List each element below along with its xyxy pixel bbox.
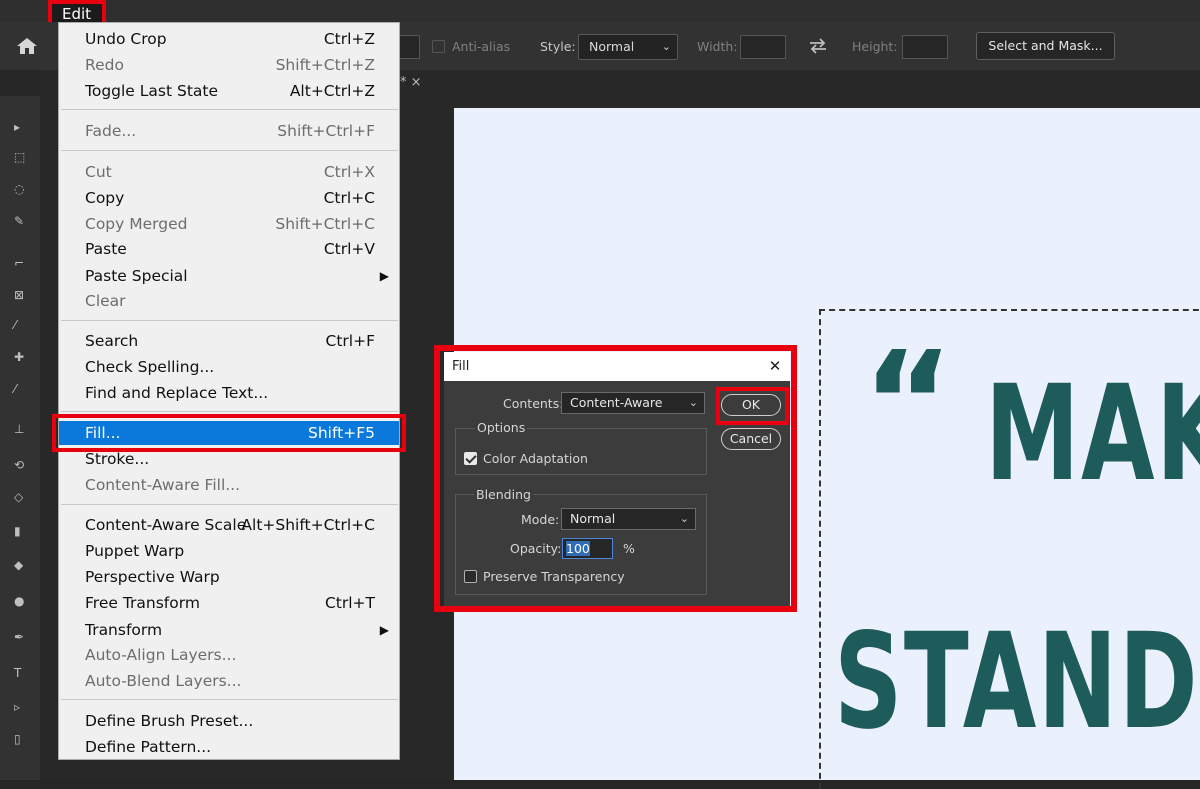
menu-item-fade[interactable]: Fade... Shift+Ctrl+F [59,119,399,143]
menu-item-search[interactable]: Search Ctrl+F [59,329,399,353]
menu-item-puppet-warp[interactable]: Puppet Warp [59,539,399,563]
feather-input[interactable] [398,35,420,59]
menu-item-free-transform[interactable]: Free Transform Ctrl+T [59,591,399,615]
path-select-tool-icon[interactable]: ▹ [14,700,28,714]
history-brush-tool-icon[interactable]: ⟲ [14,458,28,472]
marquee-tool-icon[interactable]: ⬚ [14,150,28,164]
menu-item-define-pattern[interactable]: Define Pattern... [59,735,399,759]
menu-separator [61,150,398,151]
anti-alias-checkbox[interactable] [432,40,445,53]
menu-item-copy-merged[interactable]: Copy Merged Shift+Ctrl+C [59,212,399,236]
lasso-tool-icon[interactable]: ◌ [14,182,28,196]
dodge-tool-icon[interactable]: ● [14,594,28,608]
move-tool-icon[interactable]: ▸ [14,120,28,134]
select-and-mask-button[interactable]: Select and Mask... [976,32,1115,60]
menu-separator [61,320,398,321]
menu-item-redo[interactable]: Redo Shift+Ctrl+Z [59,53,399,77]
canvas-text-line2: STAND [834,605,1200,759]
clone-tool-icon[interactable]: ⊥ [14,422,28,436]
menu-separator [61,504,398,505]
crop-tool-icon[interactable]: ⌐ [14,256,28,270]
chevron-down-icon: ⌄ [661,40,671,53]
menu-bar [0,0,1200,22]
canvas-text-line1: MAK [985,357,1200,511]
home-icon[interactable] [16,37,38,55]
fill-dialog-annotation [434,345,797,612]
pen-tool-icon[interactable]: ✒ [14,630,28,644]
width-input[interactable] [740,35,786,59]
menu-item-define-brush-preset[interactable]: Define Brush Preset... [59,709,399,733]
healing-tool-icon[interactable]: ✚ [14,350,28,364]
eyedropper-tool-icon[interactable]: ⁄ [14,318,28,332]
gradient-tool-icon[interactable]: ▮ [14,524,28,538]
height-input[interactable] [902,35,948,59]
menu-item-toggle-last-state[interactable]: Toggle Last State Alt+Ctrl+Z [59,79,399,103]
menu-separator [61,411,398,412]
menu-item-paste-special[interactable]: Paste Special ▶ [59,264,399,288]
fill-menu-item-annotation [52,414,406,452]
document-tab[interactable]: * × [400,70,422,96]
type-tool-icon[interactable]: T [14,666,28,680]
submenu-arrow-icon: ▶ [379,269,389,283]
menu-item-content-aware-scale[interactable]: Content-Aware Scale Alt+Shift+Ctrl+C [59,513,399,537]
ok-button-annotation [716,387,789,425]
brush-tool-icon[interactable]: ⁄ [14,382,28,396]
menu-item-auto-blend-layers[interactable]: Auto-Blend Layers... [59,669,399,693]
menu-item-check-spelling[interactable]: Check Spelling... [59,355,399,379]
menu-item-auto-align-layers[interactable]: Auto-Align Layers... [59,643,399,667]
menu-separator [61,699,398,700]
edit-menu-title-label: Edit [62,5,92,23]
edit-menu-dropdown: Undo Crop Ctrl+Z Redo Shift+Ctrl+Z Toggle … [58,22,400,760]
style-label: Style: [540,39,576,54]
height-label: Height: [852,39,898,54]
menu-item-find-replace-text[interactable]: Find and Replace Text... [59,381,399,405]
menu-item-undo-crop[interactable]: Undo Crop Ctrl+Z [59,27,399,51]
blur-tool-icon[interactable]: ◆ [14,558,28,572]
swap-icon[interactable] [808,37,828,55]
menu-separator [61,109,398,110]
width-label: Width: [697,39,738,54]
menu-item-copy[interactable]: Copy Ctrl+C [59,186,399,210]
menu-item-perspective-warp[interactable]: Perspective Warp [59,565,399,589]
style-select[interactable]: Normal ⌄ [578,34,678,60]
style-select-value: Normal [589,39,635,54]
canvas-quote-mark: “ [862,322,955,485]
eraser-tool-icon[interactable]: ◇ [14,490,28,504]
menu-item-cut[interactable]: Cut Ctrl+X [59,160,399,184]
menu-item-transform[interactable]: Transform ▶ [59,618,399,642]
quick-select-tool-icon[interactable]: ✎ [14,214,28,228]
submenu-arrow-icon: ▶ [379,623,389,637]
shape-tool-icon[interactable]: ▯ [14,732,28,746]
anti-alias-label: Anti-alias [452,39,511,54]
frame-tool-icon[interactable]: ⊠ [14,288,28,302]
menu-item-content-aware-fill[interactable]: Content-Aware Fill... [59,473,399,497]
menu-item-clear[interactable]: Clear [59,289,399,313]
menu-item-paste[interactable]: Paste Ctrl+V [59,237,399,261]
tools-panel: ▸ ⬚ ◌ ✎ ⌐ ⊠ ⁄ ✚ ⁄ ⊥ ⟲ ◇ ▮ ◆ ● ✒ T ▹ ▯ [0,96,40,780]
